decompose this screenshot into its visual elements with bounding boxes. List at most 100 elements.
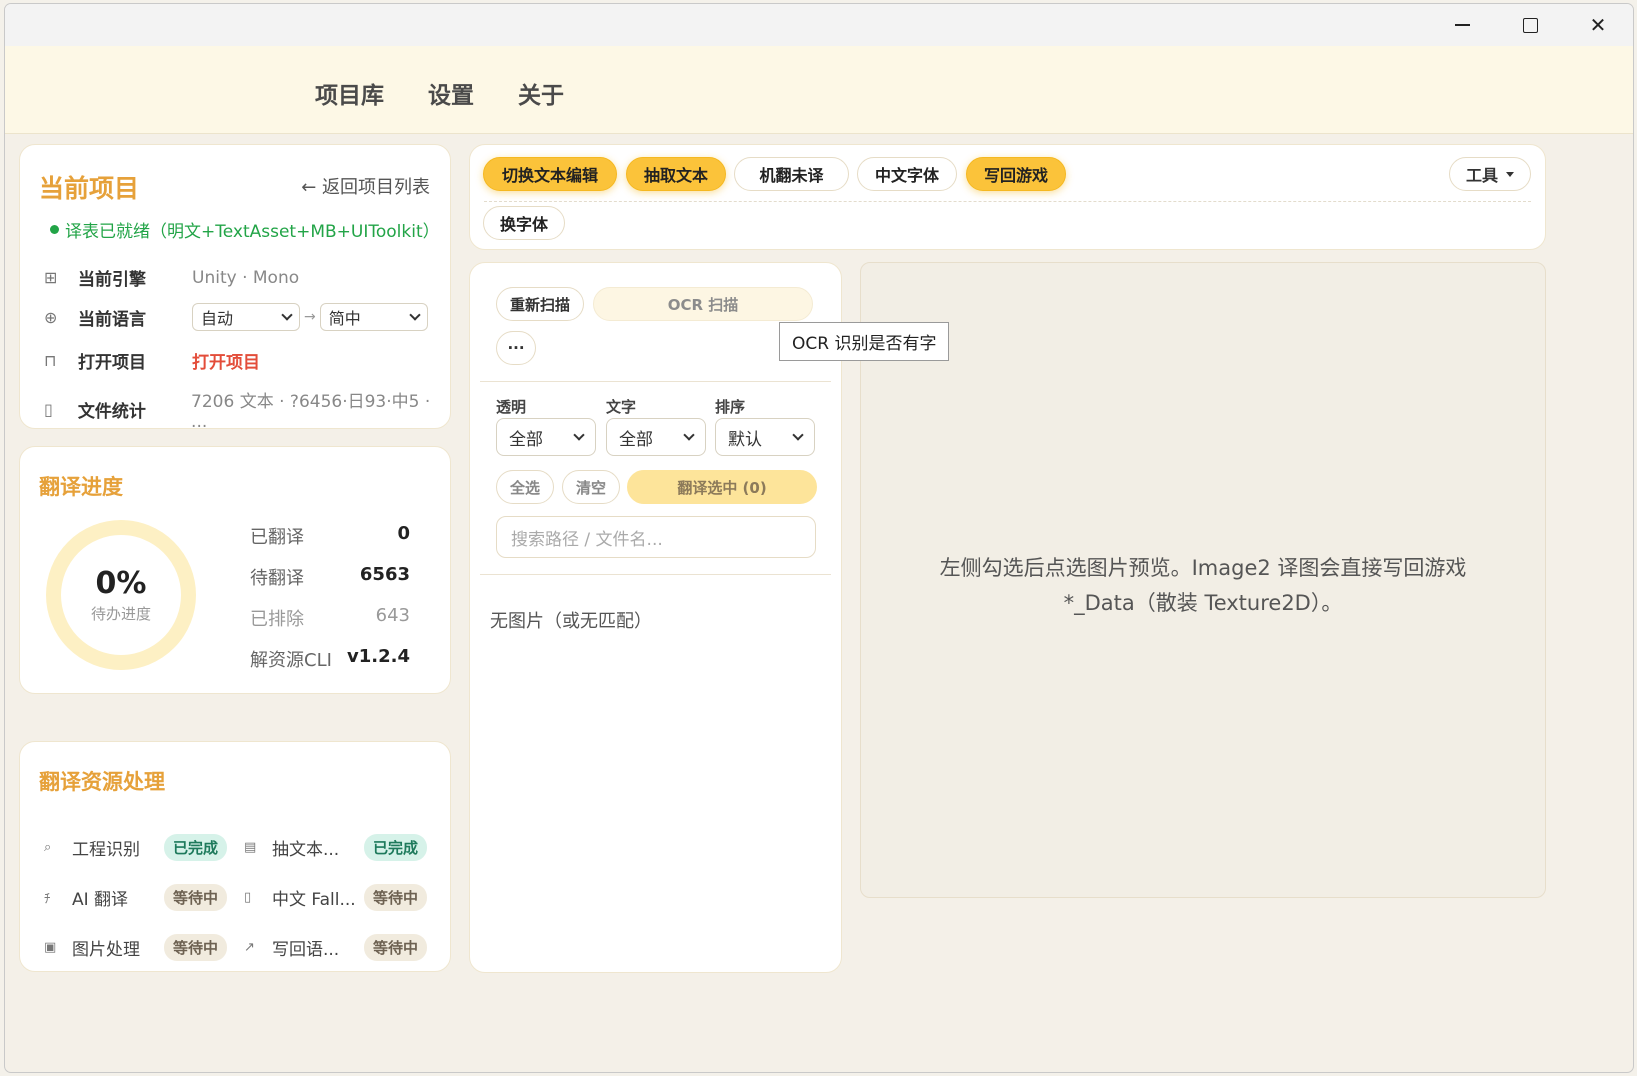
image-list-panel: 重新扫描 OCR 扫描 ··· 透明 文字 排序 全部 全部 默认 全选 清空 … (469, 262, 842, 973)
translate-selected-button[interactable]: 翻译选中 (0) (627, 470, 817, 504)
progress-ring: 0% 待办进度 (46, 520, 196, 670)
clear-selection-button[interactable]: 清空 (562, 470, 620, 504)
task-name: 抽文本... (272, 840, 340, 860)
task-name: AI 翻译 (72, 890, 129, 910)
stat-cli-version: 解资源CLI v1.2.4 (250, 646, 410, 672)
task-status-badge: 已完成 (364, 834, 428, 861)
open-project-row: ⊓ 打开项目 打开项目 (44, 348, 260, 373)
stat-value: 6563 (359, 564, 410, 585)
task-status-badge: 等待中 (364, 884, 428, 911)
close-button[interactable]: ✕ (1563, 4, 1633, 46)
machine-translate-button[interactable]: 机翻未译 (734, 157, 849, 191)
filter-sort-select[interactable]: 默认 (715, 418, 815, 456)
task-status-badge: 等待中 (164, 934, 228, 961)
stat-label: 已排除 (250, 609, 304, 630)
image-icon: ▣ (44, 940, 57, 955)
stat-translated: 已翻译 0 (250, 523, 410, 549)
stat-excluded: 已排除 643 (250, 605, 410, 631)
task-name: 中文 Fall... (272, 890, 356, 910)
action-toolbar: 切换文本编辑 抽取文本 机翻未译 中文字体 写回游戏 换字体 工具 (469, 144, 1546, 250)
select-all-button[interactable]: 全选 (496, 470, 554, 504)
source-language-select[interactable]: 自动 (192, 303, 300, 331)
language-arrow: → (304, 309, 316, 325)
maximize-button[interactable] (1495, 4, 1565, 46)
stat-value: 643 (375, 605, 410, 626)
empty-list-message: 无图片（或无匹配） (490, 611, 652, 632)
target-language-select[interactable]: 简中 (319, 303, 428, 331)
folder-icon: ⊓ (44, 351, 57, 370)
target-language-value: 简中 (328, 309, 361, 328)
ocr-tooltip: OCR 识别是否有字 (779, 322, 950, 361)
source-language-value: 自动 (201, 309, 234, 328)
stat-label: 已翻译 (250, 527, 304, 548)
image-search-input[interactable]: 搜索路径 / 文件名... (496, 516, 816, 558)
task-status-badge: 已完成 (164, 834, 228, 861)
progress-percent: 0% (95, 566, 147, 601)
open-project-link[interactable]: 打开项目 (192, 348, 260, 373)
image-preview-area: 左侧勾选后点选图片预览。Image2 译图会直接写回游戏 *_Data（散装 T… (860, 262, 1546, 898)
pipeline-task: ﾁ AI 翻译 等待中 (44, 884, 228, 911)
title-bar: ✕ (5, 4, 1633, 46)
engine-row: ⊞ 当前引擎 Unity · Mono (44, 265, 300, 291)
close-icon: ✕ (1589, 13, 1607, 37)
language-label: 当前语言 (78, 309, 146, 330)
engine-value: Unity · Mono (192, 267, 300, 288)
task-name: 写回语... (272, 940, 340, 960)
trend-icon: ↗ (244, 940, 255, 955)
filter-text-select[interactable]: 全部 (606, 418, 706, 456)
tools-dropdown[interactable]: 工具 (1449, 157, 1531, 191)
tools-label: 工具 (1465, 166, 1498, 185)
chevron-down-icon (792, 429, 804, 441)
task-name: 图片处理 (72, 940, 140, 960)
pipeline-task: ▤ 抽文本... 已完成 (244, 834, 428, 861)
nav-settings[interactable]: 设置 (428, 76, 474, 110)
stat-value: 0 (397, 523, 410, 544)
plus-square-icon: ⊞ (44, 268, 58, 287)
filter-transparent-select[interactable]: 全部 (496, 418, 596, 456)
engine-label: 当前引擎 (78, 270, 146, 290)
ocr-scan-button[interactable]: OCR 扫描 (593, 287, 813, 321)
toggle-text-edit-button[interactable]: 切换文本编辑 (483, 157, 617, 191)
nav-projects[interactable]: 项目库 (315, 76, 384, 110)
status-dot-icon (50, 225, 59, 234)
preview-hint-line2: *_Data（散装 Texture2D）。 (1063, 591, 1343, 615)
search-icon: ⌕ (44, 840, 52, 855)
translation-progress-card: 翻译进度 0% 待办进度 已翻译 0 待翻译 6563 已排除 643 解资源C… (19, 446, 451, 694)
back-to-projects-link[interactable]: ← 返回项目列表 (301, 173, 430, 199)
filter-sort-label: 排序 (715, 398, 746, 416)
minimize-icon (1454, 24, 1470, 26)
pipeline-task: ↗ 写回语... 等待中 (244, 934, 428, 961)
file-stats-value: 7206 文本 · ?6456·日93·中5 · ... (191, 392, 431, 432)
document-icon: ▤ (244, 840, 257, 855)
current-project-title: 当前项目 (39, 174, 140, 203)
extract-text-button[interactable]: 抽取文本 (626, 157, 726, 191)
filter-text-label: 文字 (606, 398, 637, 416)
chinese-font-button[interactable]: 中文字体 (857, 157, 957, 191)
rescan-button[interactable]: 重新扫描 (496, 287, 584, 321)
progress-percent-sub: 待办进度 (90, 605, 151, 623)
project-status: 译表已就绪（明文+TextAsset+MB+UIToolkit） (50, 217, 440, 242)
divider (480, 574, 831, 575)
minimize-button[interactable] (1427, 4, 1497, 46)
caret-down-icon (1506, 171, 1514, 177)
progress-title: 翻译进度 (39, 475, 123, 499)
divider (480, 381, 831, 382)
main-nav: 项目库 设置 关于 (315, 76, 564, 110)
file-stats-label: 文件统计 (77, 402, 146, 422)
write-back-game-button[interactable]: 写回游戏 (966, 157, 1066, 191)
preview-hint-line1: 左侧勾选后点选图片预览。Image2 译图会直接写回游戏 (939, 556, 1467, 580)
pipeline-title: 翻译资源处理 (39, 770, 165, 794)
project-status-text: 译表已就绪（明文+TextAsset+MB+UIToolkit） (65, 222, 440, 242)
filter-transparent-label: 透明 (496, 398, 527, 416)
pipeline-task: ▯ 中文 Fall... 等待中 (244, 884, 428, 911)
select-value: 默认 (728, 429, 762, 450)
more-button[interactable]: ··· (496, 331, 536, 365)
language-row: ⊕ 当前语言 自动 → 简中 (44, 303, 428, 331)
nav-about[interactable]: 关于 (518, 76, 564, 110)
bookmark-icon: ▯ (244, 890, 252, 905)
task-status-badge: 等待中 (364, 934, 428, 961)
chevron-down-icon (573, 429, 585, 441)
file-icon: ▯ (44, 400, 53, 419)
swap-font-button[interactable]: 换字体 (483, 206, 565, 240)
globe-icon: ⊕ (44, 307, 58, 327)
